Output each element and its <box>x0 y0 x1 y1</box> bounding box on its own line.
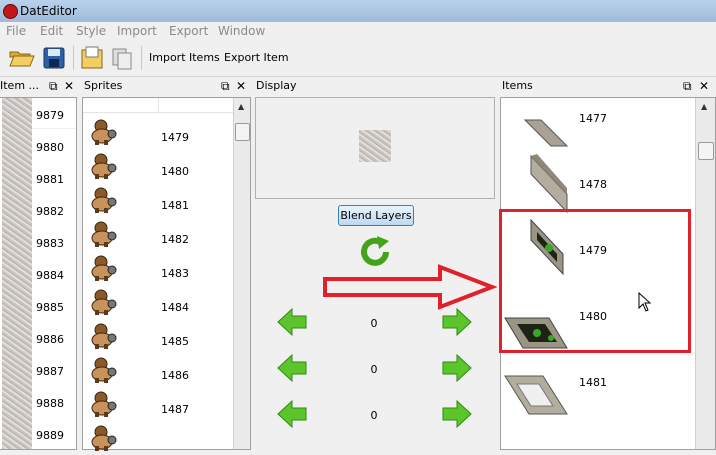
creature-sprite-icon <box>87 116 117 146</box>
list-item-label: 9886 <box>36 333 64 346</box>
offset-value: 0 <box>370 363 378 376</box>
list-item-label: 9888 <box>36 397 64 410</box>
ground-texture-column <box>2 98 32 449</box>
wall-tile-icon <box>530 154 568 214</box>
menu-file[interactable]: File <box>6 24 26 38</box>
item-id: 1477 <box>579 112 607 125</box>
item-panel-title: Item ... <box>0 79 40 92</box>
list-item-label: 9881 <box>36 173 64 186</box>
import-file-button[interactable] <box>78 44 106 72</box>
items-scrollbar[interactable]: ▲ <box>695 98 715 449</box>
creature-sprite-icon <box>87 388 117 418</box>
offset-value: 0 <box>370 317 378 330</box>
list-item-label: 9884 <box>36 269 64 282</box>
sprite-id: 1485 <box>161 335 189 348</box>
list-item-label: 9882 <box>36 205 64 218</box>
list-item-label: 9885 <box>36 301 64 314</box>
close-icon[interactable]: ✕ <box>64 79 74 93</box>
item-id: 1481 <box>579 376 607 389</box>
scroll-thumb[interactable] <box>235 123 250 141</box>
copy-gray-icon <box>112 48 132 70</box>
save-button[interactable] <box>40 44 68 72</box>
toolbar-separator <box>73 46 74 70</box>
list-item-label: 9889 <box>36 429 64 442</box>
menu-style[interactable]: Style <box>76 24 106 38</box>
sprite-id: 1482 <box>161 233 189 246</box>
menu-export[interactable]: Export <box>169 24 208 38</box>
ground-preview-tile <box>359 130 391 162</box>
sprites-panel-title: Sprites <box>84 79 123 92</box>
close-icon[interactable]: ✕ <box>236 79 246 93</box>
menu-window[interactable]: Window <box>218 24 265 38</box>
sprite-id: 1487 <box>161 403 189 416</box>
highlight-box <box>499 209 691 353</box>
list-item-label: 9887 <box>36 365 64 378</box>
sprite-id: 1480 <box>161 165 189 178</box>
folder-import-icon <box>81 46 103 69</box>
menu-bar: File Edit Style Import Export Window <box>0 22 716 40</box>
creature-sprite-icon <box>87 150 117 180</box>
wall-tile-icon <box>504 375 568 415</box>
scroll-up-icon[interactable]: ▲ <box>238 102 244 111</box>
sprites-list[interactable]: ▲ 1479 1480 1481 1482 1483 1484 1485 148… <box>82 97 251 451</box>
creature-sprite-icon <box>87 218 117 248</box>
close-icon[interactable]: ✕ <box>699 79 709 93</box>
export-file-button[interactable] <box>108 44 136 72</box>
sprite-id: 1479 <box>161 131 189 144</box>
items-panel-title: Items <box>502 79 533 92</box>
window-title: DatEditor <box>20 4 77 18</box>
app-icon <box>3 4 18 19</box>
item-id: 1478 <box>579 178 607 191</box>
display-canvas <box>255 97 495 199</box>
sprites-scrollbar[interactable]: ▲ <box>233 98 250 449</box>
sprite-id: 1486 <box>161 369 189 382</box>
creature-sprite-icon <box>87 184 117 214</box>
sprite-id: 1481 <box>161 199 189 212</box>
list-item-label: 9883 <box>36 237 64 250</box>
list-item-label: 9879 <box>36 109 64 122</box>
display-panel-title: Display <box>256 79 297 92</box>
float-icon[interactable]: ⧉ <box>49 79 58 94</box>
open-button[interactable] <box>8 44 36 72</box>
menu-import[interactable]: Import <box>117 24 157 38</box>
wall-tile-icon <box>523 119 569 147</box>
toolbar-separator <box>141 46 142 70</box>
creature-sprite-icon <box>87 354 117 384</box>
float-icon[interactable]: ⧉ <box>221 79 230 94</box>
export-item-button[interactable]: Export Item <box>224 51 289 64</box>
arrow-left-icon[interactable] <box>276 398 308 430</box>
creature-sprite-icon <box>87 320 117 350</box>
creature-sprite-icon <box>87 286 117 316</box>
list-item-label: 9880 <box>36 141 64 154</box>
scroll-up-icon[interactable]: ▲ <box>701 102 707 111</box>
scroll-thumb[interactable] <box>698 142 714 160</box>
mouse-pointer-icon <box>638 292 652 312</box>
blend-layers-button[interactable]: Blend Layers <box>338 205 414 226</box>
annotation-arrow-icon <box>323 264 497 310</box>
offset-value: 0 <box>370 409 378 422</box>
toolbar: Import Items Export Item <box>0 40 716 77</box>
arrow-right-icon[interactable] <box>441 352 473 384</box>
menu-edit[interactable]: Edit <box>40 24 63 38</box>
sprite-id: 1483 <box>161 267 189 280</box>
arrow-left-icon[interactable] <box>276 352 308 384</box>
item-panel-list[interactable]: 9879 9880 9881 9882 9883 9884 9885 9886 … <box>0 97 77 450</box>
sprite-id: 1484 <box>161 301 189 314</box>
arrow-right-icon[interactable] <box>441 306 473 338</box>
float-icon[interactable]: ⧉ <box>683 79 692 94</box>
import-items-button[interactable]: Import Items <box>149 51 220 64</box>
list-header <box>83 98 233 113</box>
creature-sprite-icon <box>87 252 117 282</box>
folder-open-icon <box>9 51 35 67</box>
arrow-left-icon[interactable] <box>276 306 308 338</box>
floppy-disk-icon <box>43 47 65 69</box>
title-bar: DatEditor <box>0 0 716 23</box>
arrow-right-icon[interactable] <box>441 398 473 430</box>
